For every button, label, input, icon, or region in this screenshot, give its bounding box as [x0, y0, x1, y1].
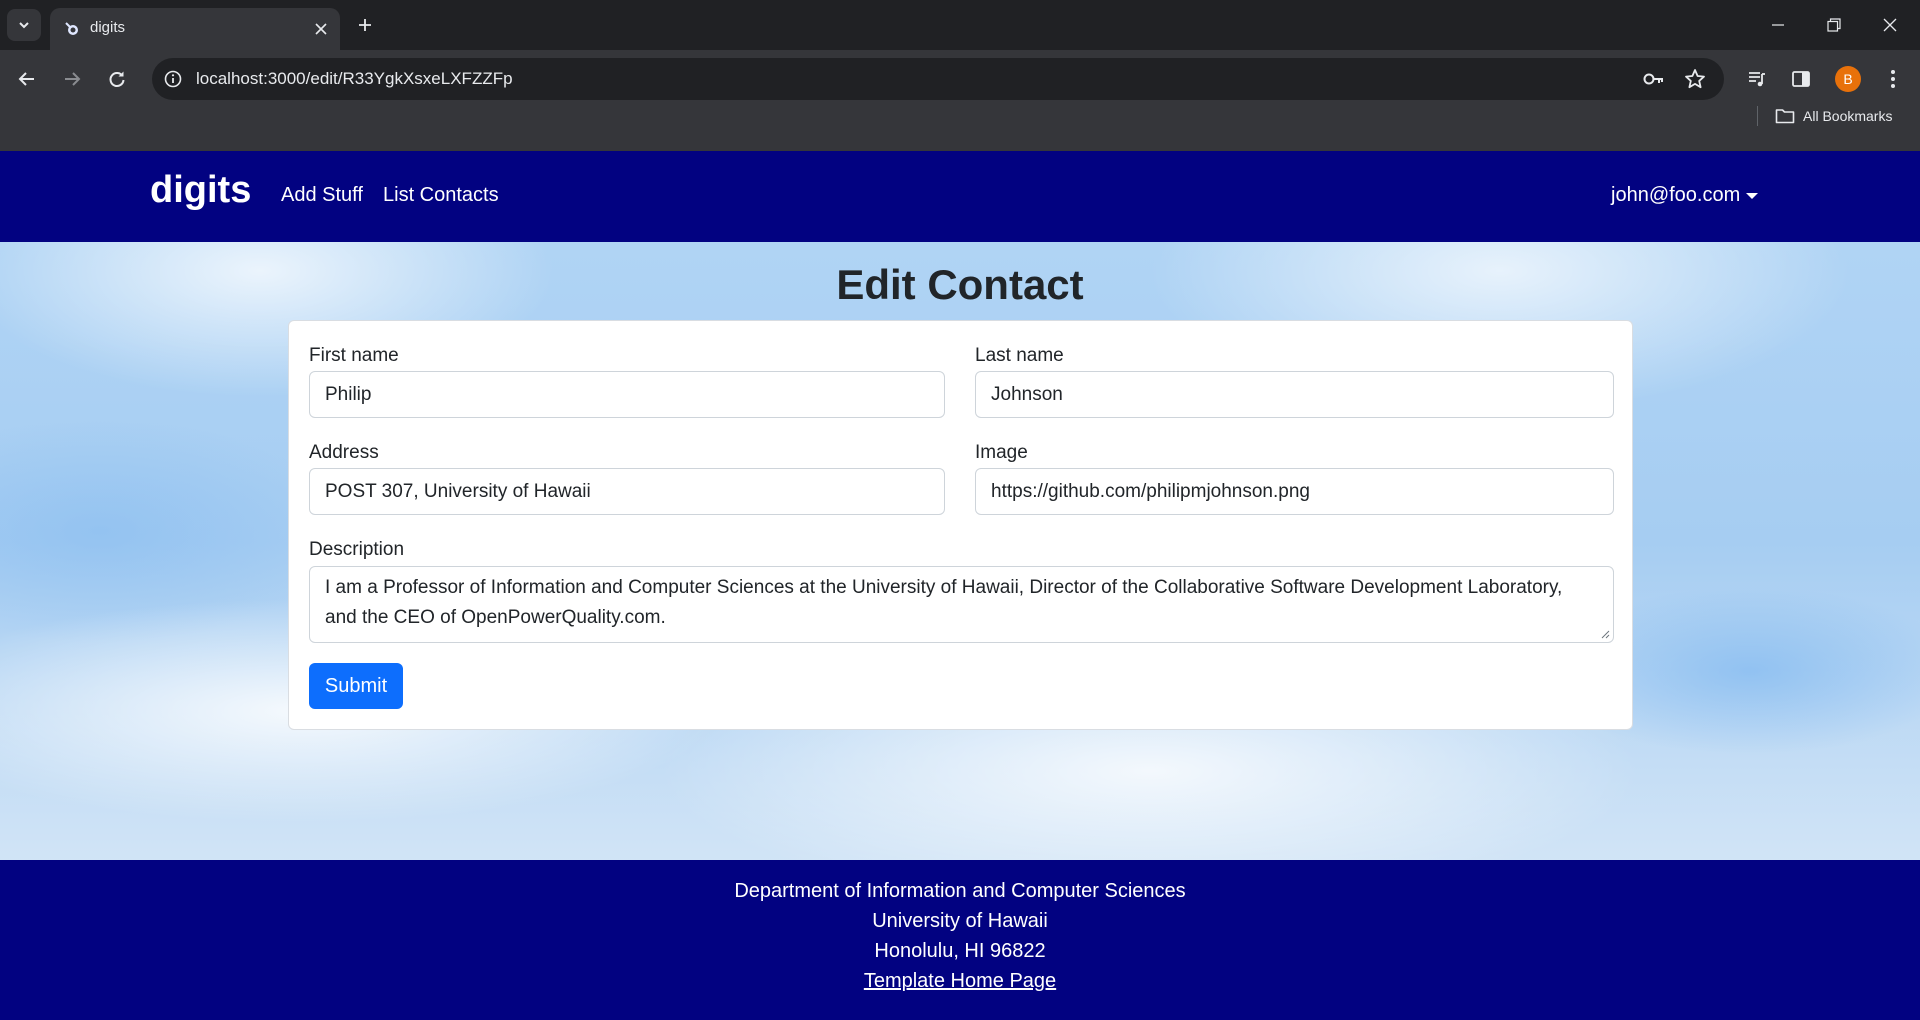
restore-button[interactable] [1806, 0, 1862, 50]
template-home-link[interactable]: Template Home Page [864, 970, 1056, 992]
profile-avatar[interactable]: B [1835, 66, 1861, 92]
close-window-button[interactable] [1862, 0, 1918, 50]
last-name-label: Last name [975, 345, 1064, 366]
page-title: Edit Contact [836, 261, 1084, 308]
first-name-field[interactable]: Philip [309, 371, 945, 418]
reload-button[interactable] [100, 62, 134, 96]
key-icon[interactable] [1642, 67, 1666, 91]
back-button[interactable] [10, 62, 44, 96]
page-viewport: digits Add Stuff List Contacts john@foo.… [0, 151, 1920, 1020]
address-bar[interactable]: localhost:3000/edit/R33YgkXsxeLXFZZFp [152, 58, 1724, 100]
all-bookmarks-label: All Bookmarks [1803, 108, 1893, 124]
image-url-field[interactable]: https://github.com/philipmjohnson.png [975, 468, 1614, 515]
footer-address: Honolulu, HI 96822 [874, 940, 1046, 962]
resize-grip-icon[interactable] [1600, 629, 1610, 639]
description-label: Description [309, 539, 405, 560]
close-icon [1883, 18, 1897, 32]
browser-tabstrip: digits [0, 0, 1920, 50]
browser-toolbar: localhost:3000/edit/R33YgkXsxeLXFZZFp B … [0, 50, 1920, 158]
forward-button[interactable] [55, 62, 89, 96]
minimize-button[interactable] [1750, 0, 1806, 50]
plus-icon [359, 19, 371, 31]
chevron-down-icon [19, 22, 29, 29]
edit-contact-form: First name Philip Last name Johnson Addr… [288, 320, 1633, 730]
caret-down-icon [1746, 192, 1759, 199]
star-icon[interactable] [1683, 67, 1707, 91]
description-text: I am a Professor of Information and Comp… [325, 577, 1563, 628]
info-icon[interactable] [161, 67, 185, 91]
top-navbar: digits Add Stuff List Contacts john@foo.… [0, 151, 1920, 242]
all-bookmarks-button[interactable]: All Bookmarks [1775, 102, 1892, 130]
reload-icon [109, 71, 125, 87]
address-field[interactable]: POST 307, University of Hawaii [309, 468, 945, 515]
kebab-menu-icon[interactable] [1876, 62, 1910, 96]
user-dropdown[interactable]: john@foo.com [1611, 184, 1759, 207]
footer-department: Department of Information and Computer S… [734, 880, 1186, 902]
address-label: Address [309, 442, 379, 463]
minimize-icon [1772, 24, 1784, 26]
arrow-right-icon [65, 72, 81, 86]
tab-search-button[interactable] [7, 9, 41, 41]
side-panel-icon[interactable] [1784, 62, 1818, 96]
folder-icon [1775, 109, 1795, 124]
new-tab-button[interactable] [350, 10, 380, 40]
description-textarea[interactable]: I am a Professor of Information and Comp… [309, 566, 1614, 643]
image-label: Image [975, 442, 1028, 463]
page-footer: Department of Information and Computer S… [0, 860, 1920, 1020]
user-email: john@foo.com [1611, 184, 1741, 206]
close-icon[interactable] [310, 18, 332, 40]
browser-tab[interactable]: digits [50, 8, 340, 50]
url-text[interactable]: localhost:3000/edit/R33YgkXsxeLXFZZFp [196, 69, 513, 89]
last-name-field[interactable]: Johnson [975, 371, 1614, 418]
nav-list-contacts[interactable]: List Contacts [383, 184, 499, 207]
arrow-left-icon [18, 72, 34, 86]
nav-add-stuff[interactable]: Add Stuff [281, 184, 363, 207]
brand-logo[interactable]: digits [150, 169, 251, 212]
tab-title: digits [90, 19, 126, 36]
meteor-favicon-icon [65, 22, 78, 35]
restore-icon [1827, 18, 1841, 32]
bookmarks-separator [1757, 106, 1758, 126]
submit-button[interactable]: Submit [309, 663, 403, 709]
first-name-label: First name [309, 345, 399, 366]
media-queue-icon[interactable] [1740, 62, 1774, 96]
footer-university: University of Hawaii [872, 910, 1048, 932]
